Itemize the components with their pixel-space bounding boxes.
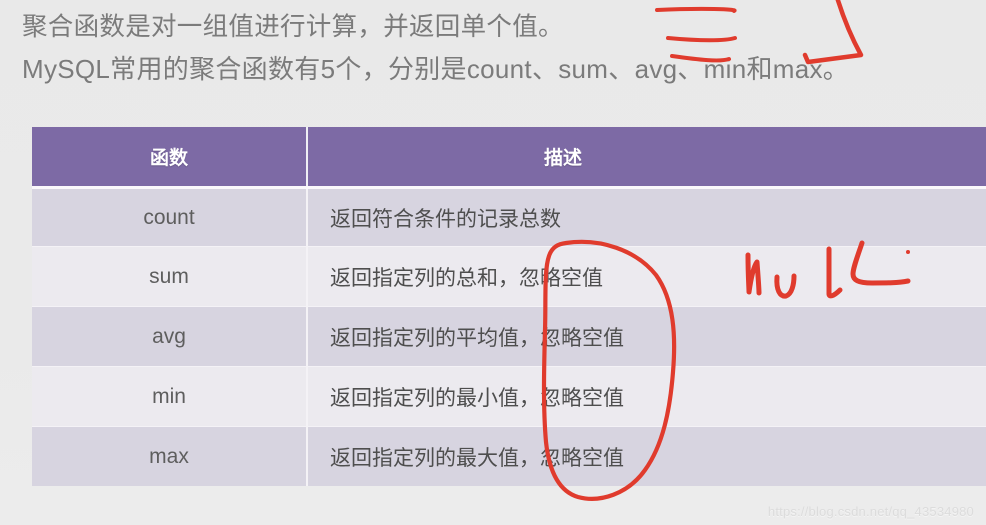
slide-canvas: 聚合函数是对一组值进行计算，并返回单个值。 MySQL常用的聚合函数有5个，分别… [0,0,986,525]
cell-description: 返回指定列的平均值，忽略空值 [330,326,624,350]
intro-line-2: MySQL常用的聚合函数有5个，分别是count、sum、avg、min和max… [22,54,850,84]
watermark-text: https://blog.csdn.net/qq_43534980 [767,504,974,519]
table-header-row: 函数 描述 [32,127,986,186]
cell-function: max [32,427,308,486]
cell-description: 返回指定列的最大值，忽略空值 [330,446,624,470]
cell-function: sum [32,247,308,306]
table-row: sum 返回指定列的总和，忽略空值 [32,246,986,306]
aggregate-functions-table: 函数 描述 count 返回符合条件的记录总数 sum 返回指定列的总和，忽略空… [32,127,986,486]
cell-function: count [32,189,308,246]
table-row: count 返回符合条件的记录总数 [32,186,986,246]
cell-description: 返回符合条件的记录总数 [330,207,561,231]
table-row: avg 返回指定列的平均值，忽略空值 [32,306,986,366]
column-header-function: 函数 [32,127,308,186]
intro-line-1: 聚合函数是对一组值进行计算，并返回单个值。 [22,13,564,41]
table-row: min 返回指定列的最小值，忽略空值 [32,366,986,426]
cell-description: 返回指定列的总和，忽略空值 [330,266,603,290]
cell-function: avg [32,307,308,366]
intro-paragraph: 聚合函数是对一组值进行计算，并返回单个值。 MySQL常用的聚合函数有5个，分别… [22,6,972,90]
cell-description: 返回指定列的最小值，忽略空值 [330,386,624,410]
cell-function: min [32,367,308,426]
column-header-description: 描述 [543,148,582,169]
table-row: max 返回指定列的最大值，忽略空值 [32,426,986,486]
